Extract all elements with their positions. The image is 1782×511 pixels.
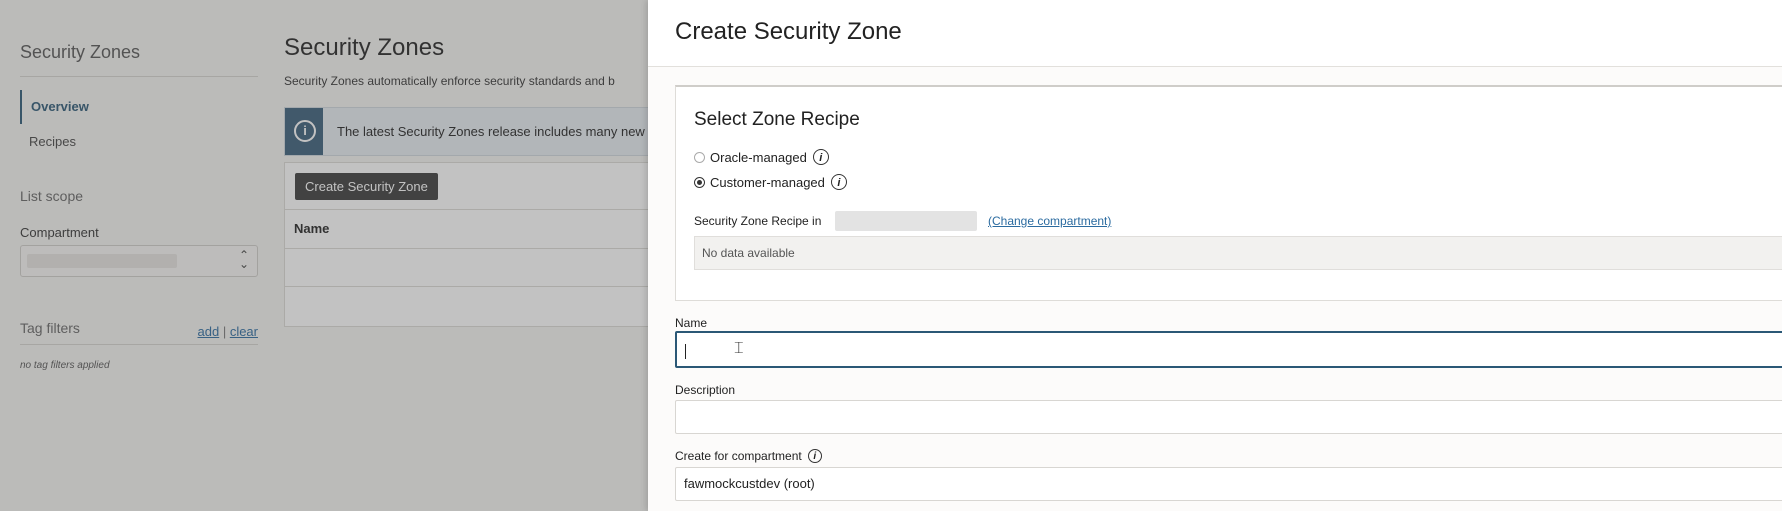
background-page: Security Zones Overview Recipes List sco… [0, 0, 650, 511]
recipe-in-label: Security Zone Recipe in [694, 214, 822, 228]
description-label: Description [675, 383, 736, 397]
create-for-label: Create for compartment [675, 449, 802, 463]
no-data-text: No data available [702, 246, 795, 260]
create-zone-panel: Create Security Zone Select Zone Recipe … [648, 0, 1782, 511]
radio-button[interactable] [694, 151, 705, 163]
redacted-compartment [835, 211, 977, 231]
modal-backdrop[interactable] [0, 0, 648, 511]
change-compartment-link[interactable]: (Change compartment) [988, 214, 1111, 228]
compartment-input-value: fawmockcustdev (root) [684, 476, 815, 491]
info-icon[interactable]: i [807, 449, 822, 463]
name-label: Name [675, 316, 708, 330]
radio-label: Oracle-managed [710, 149, 807, 165]
create-for-compartment-label-row: Create for compartment i [675, 449, 822, 463]
description-input[interactable] [675, 400, 1782, 434]
info-icon[interactable]: i [812, 149, 829, 165]
panel-header: Create Security Zone [648, 0, 1782, 67]
text-caret [685, 344, 686, 359]
compartment-input[interactable]: fawmockcustdev (root) [675, 467, 1782, 501]
panel-title: Create Security Zone [675, 18, 902, 45]
radio-oracle-managed[interactable]: Oracle-managed i [694, 149, 829, 165]
zone-recipe-card: Select Zone Recipe Oracle-managed i Cust… [675, 85, 1782, 301]
radio-button-selected[interactable] [694, 176, 705, 188]
ibeam-cursor-icon: ⌶ [734, 338, 744, 357]
name-input[interactable]: ⌶ [675, 331, 1782, 368]
radio-customer-managed[interactable]: Customer-managed i [694, 174, 847, 190]
info-icon[interactable]: i [830, 174, 847, 190]
radio-label: Customer-managed [710, 174, 825, 190]
recipe-section-title: Select Zone Recipe [694, 109, 860, 130]
recipe-select[interactable]: No data available [694, 236, 1782, 270]
